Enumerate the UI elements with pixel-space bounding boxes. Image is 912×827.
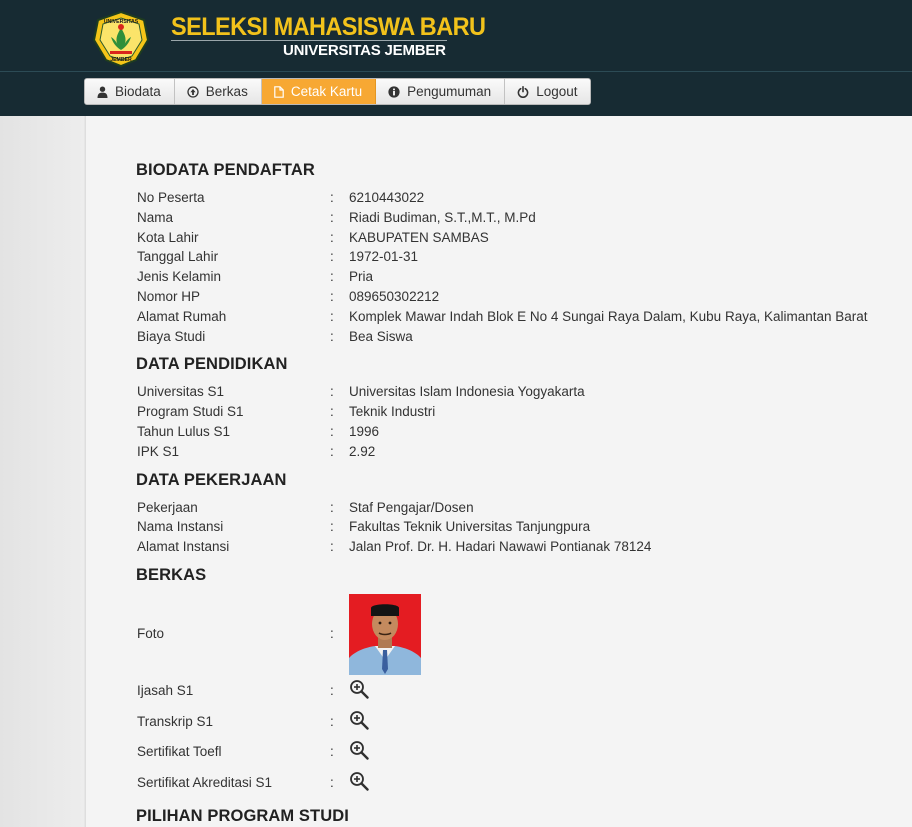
- value-universitas-s1: Universitas Islam Indonesia Yogyakarta: [349, 384, 585, 399]
- section-pekerjaan-title: DATA PEKERJAAN: [136, 471, 287, 489]
- label-nama-instansi: Nama Instansi: [137, 519, 224, 534]
- label-sertifikat-toefl: Sertifikat Toefl: [137, 744, 222, 759]
- file-icon: [274, 85, 284, 98]
- label-foto: Foto: [137, 626, 165, 641]
- value-nama: Riadi Budiman, S.T.,M.T., M.Pd: [349, 210, 536, 225]
- separator: :: [330, 404, 334, 419]
- separator: :: [330, 289, 334, 304]
- nav-berkas[interactable]: Berkas: [174, 79, 262, 104]
- separator: :: [330, 444, 334, 459]
- label-universitas-s1: Universitas S1: [137, 384, 225, 399]
- label-nomor-hp: Nomor HP: [137, 289, 201, 304]
- section-pilihan-title: PILIHAN PROGRAM STUDI: [136, 807, 349, 825]
- separator: :: [330, 384, 334, 399]
- page-body: BIODATA PENDAFTAR No Peserta : 621044302…: [0, 116, 912, 827]
- separator: :: [330, 744, 334, 759]
- logo-text-bottom: JEMBER: [110, 57, 132, 63]
- power-icon: [517, 85, 529, 98]
- zoom-in-icon[interactable]: [349, 679, 369, 699]
- value-jenis-kelamin: Pria: [349, 269, 374, 284]
- upload-icon: [187, 85, 199, 98]
- value-alamat-instansi: Jalan Prof. Dr. H. Hadari Nawawi Pontian…: [349, 539, 652, 554]
- separator: :: [330, 269, 334, 284]
- label-ipk-s1: IPK S1: [137, 444, 180, 459]
- user-icon: [97, 86, 108, 98]
- nav-menu: Biodata Berkas Cetak Kartu Pengumuman Lo…: [84, 78, 592, 105]
- separator: :: [330, 249, 334, 264]
- value-tanggal-lahir: 1972-01-31: [349, 249, 419, 264]
- separator: :: [330, 539, 334, 554]
- nav-berkas-label: Berkas: [205, 84, 248, 99]
- zoom-in-icon[interactable]: [349, 710, 369, 730]
- separator: :: [330, 309, 334, 324]
- value-ipk-s1: 2.92: [349, 444, 376, 459]
- separator: :: [330, 683, 334, 698]
- nav-pengumuman[interactable]: Pengumuman: [376, 79, 506, 104]
- value-nama-instansi: Fakultas Teknik Universitas Tanjungpura: [349, 519, 591, 534]
- label-alamat-rumah: Alamat Rumah: [137, 309, 227, 324]
- info-icon: [388, 85, 400, 98]
- value-kota-lahir: KABUPATEN SAMBAS: [349, 230, 489, 245]
- label-kota-lahir: Kota Lahir: [137, 230, 199, 245]
- nav-pengumuman-label: Pengumuman: [407, 84, 492, 99]
- label-no-peserta: No Peserta: [137, 190, 205, 205]
- navbar: Biodata Berkas Cetak Kartu Pengumuman Lo…: [0, 72, 912, 116]
- label-sertifikat-akreditasi-s1: Sertifikat Akreditasi S1: [137, 775, 273, 790]
- university-logo: UNIVERSITAS JEMBER: [92, 10, 150, 68]
- value-alamat-rumah: Komplek Mawar Indah Blok E No 4 Sungai R…: [349, 309, 868, 324]
- separator: :: [330, 329, 334, 344]
- label-jenis-kelamin: Jenis Kelamin: [137, 269, 222, 284]
- label-transkrip-s1: Transkrip S1: [137, 714, 214, 729]
- separator: :: [330, 424, 334, 439]
- value-program-studi-s1: Teknik Industri: [349, 404, 436, 419]
- separator: :: [330, 714, 334, 729]
- label-alamat-instansi: Alamat Instansi: [137, 539, 230, 554]
- section-berkas-title: BERKAS: [136, 566, 207, 584]
- registrant-card: BIODATA PENDAFTAR No Peserta : 621044302…: [85, 116, 912, 827]
- label-pekerjaan: Pekerjaan: [137, 500, 198, 515]
- label-ijasah-s1: Ijasah S1: [137, 683, 194, 698]
- value-tahun-lulus-s1: 1996: [349, 424, 380, 439]
- portrait-image: [349, 594, 421, 675]
- title-divider: [171, 40, 447, 41]
- separator: :: [330, 775, 334, 790]
- separator: :: [330, 626, 334, 641]
- section-biodata-title: BIODATA PENDAFTAR: [136, 161, 315, 179]
- value-nomor-hp: 089650302212: [349, 289, 440, 304]
- applicant-photo: [349, 594, 421, 675]
- site-header: UNIVERSITAS JEMBER SELEKSI MAHASISWA BAR…: [0, 0, 912, 72]
- nav-logout[interactable]: Logout: [505, 79, 591, 104]
- zoom-in-icon[interactable]: [349, 771, 369, 791]
- value-no-peserta: 6210443022: [349, 190, 425, 205]
- logo-text-top: UNIVERSITAS: [104, 19, 139, 25]
- separator: :: [330, 190, 334, 205]
- nav-logout-label: Logout: [536, 84, 578, 99]
- nav-cetak-kartu-label: Cetak Kartu: [290, 84, 363, 99]
- separator: :: [330, 210, 334, 225]
- separator: :: [330, 230, 334, 245]
- value-pekerjaan: Staf Pengajar/Dosen: [349, 500, 474, 515]
- site-subtitle: UNIVERSITAS JEMBER: [283, 42, 446, 59]
- label-tanggal-lahir: Tanggal Lahir: [137, 249, 219, 264]
- nav-cetak-kartu[interactable]: Cetak Kartu: [261, 79, 377, 104]
- separator: :: [330, 500, 334, 515]
- value-biaya-studi: Bea Siswa: [349, 329, 413, 344]
- label-biaya-studi: Biaya Studi: [137, 329, 206, 344]
- label-nama: Nama: [137, 210, 174, 225]
- nav-biodata-label: Biodata: [115, 84, 161, 99]
- section-pendidikan-title: DATA PENDIDIKAN: [136, 355, 288, 373]
- left-gutter: [0, 116, 84, 827]
- zoom-in-icon[interactable]: [349, 740, 369, 760]
- separator: :: [330, 519, 334, 534]
- label-tahun-lulus-s1: Tahun Lulus S1: [137, 424, 231, 439]
- site-title: SELEKSI MAHASISWA BARU: [171, 13, 486, 41]
- nav-biodata[interactable]: Biodata: [85, 79, 175, 104]
- label-program-studi-s1: Program Studi S1: [137, 404, 244, 419]
